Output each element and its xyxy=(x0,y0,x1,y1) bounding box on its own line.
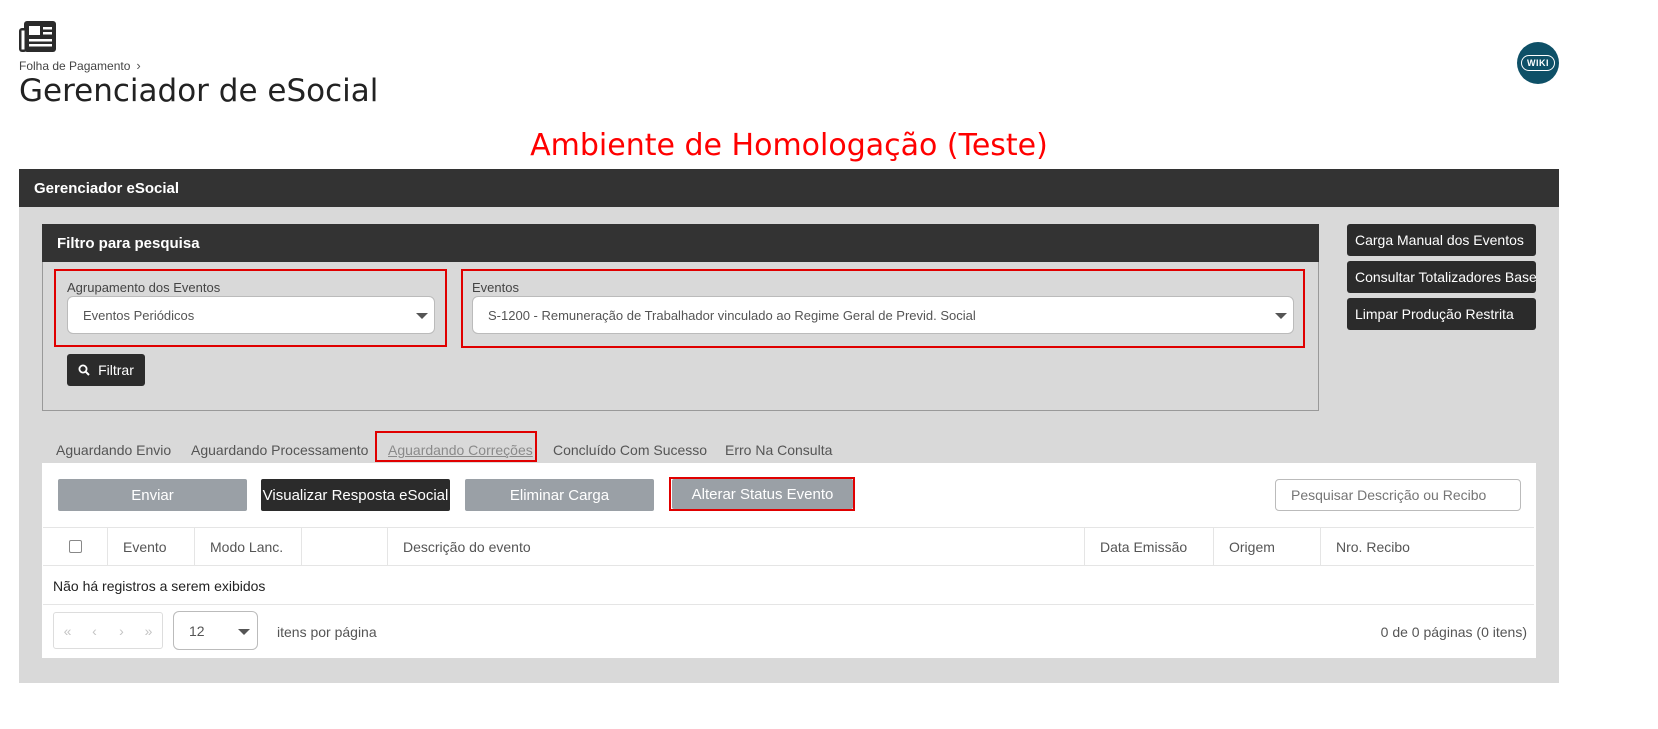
column-origem[interactable]: Origem xyxy=(1213,528,1320,565)
per-page-select[interactable]: 12 xyxy=(173,611,258,650)
column-evento[interactable]: Evento xyxy=(107,528,194,565)
query-totals-button[interactable]: Consultar Totalizadores Base xyxy=(1347,261,1536,293)
send-button[interactable]: Enviar xyxy=(58,479,247,511)
prev-page-icon[interactable]: ‹ xyxy=(81,613,108,648)
tab-aguardando-correcoes[interactable]: Aguardando Correções xyxy=(388,442,533,458)
clear-restricted-button[interactable]: Limpar Produção Restrita xyxy=(1347,298,1536,330)
column-modo-lanc[interactable]: Modo Lanc. xyxy=(194,528,301,565)
manual-load-button[interactable]: Carga Manual dos Eventos xyxy=(1347,224,1536,256)
view-response-button[interactable]: Visualizar Resposta eSocial xyxy=(261,479,450,511)
row-divider xyxy=(43,604,1534,605)
next-page-icon[interactable]: › xyxy=(108,613,135,648)
wiki-label: WIKI xyxy=(1521,55,1555,71)
per-page-value: 12 xyxy=(189,622,205,639)
wiki-button[interactable]: WIKI xyxy=(1517,42,1559,84)
select-all-cell xyxy=(43,528,107,565)
pager: « ‹ › » xyxy=(53,612,163,649)
select-all-checkbox[interactable] xyxy=(68,540,82,553)
grouping-select[interactable]: Eventos Periódicos xyxy=(67,296,435,334)
filter-button[interactable]: Filtrar xyxy=(67,354,145,386)
events-select[interactable]: S-1200 - Remuneração de Trabalhador vinc… xyxy=(472,296,1294,334)
events-label: Eventos xyxy=(472,280,519,295)
filter-button-label: Filtrar xyxy=(98,362,134,378)
breadcrumb: Folha de Pagamento › xyxy=(19,58,141,73)
newspaper-icon xyxy=(19,21,56,52)
events-select-value: S-1200 - Remuneração de Trabalhador vinc… xyxy=(488,307,976,323)
tab-aguardando-processamento[interactable]: Aguardando Processamento xyxy=(191,442,368,458)
panel-header: Gerenciador eSocial xyxy=(19,169,1559,207)
empty-message: Não há registros a serem exibidos xyxy=(53,578,266,594)
chevron-right-icon: › xyxy=(136,58,141,73)
breadcrumb-item-folha[interactable]: Folha de Pagamento xyxy=(19,59,130,73)
grouping-select-value: Eventos Periódicos xyxy=(83,307,195,323)
column-nro-recibo[interactable]: Nro. Recibo xyxy=(1320,528,1534,565)
column-descricao[interactable]: Descrição do evento xyxy=(387,528,1084,565)
column-data-emissao[interactable]: Data Emissão xyxy=(1084,528,1213,565)
first-page-icon[interactable]: « xyxy=(54,613,81,648)
grouping-label: Agrupamento dos Eventos xyxy=(67,280,221,295)
per-page-label: itens por página xyxy=(277,624,377,640)
caret-down-icon xyxy=(238,629,250,635)
caret-down-icon xyxy=(416,313,428,319)
last-page-icon[interactable]: » xyxy=(135,613,162,648)
delete-load-button[interactable]: Eliminar Carga xyxy=(465,479,654,511)
tab-concluido-com-sucesso[interactable]: Concluído Com Sucesso xyxy=(553,442,707,458)
search-input[interactable] xyxy=(1275,479,1521,511)
filter-header: Filtro para pesquisa xyxy=(42,224,1319,262)
environment-banner: Ambiente de Homologação (Teste) xyxy=(530,128,1048,163)
table-header: Evento Modo Lanc. Descrição do evento Da… xyxy=(43,527,1534,566)
caret-down-icon xyxy=(1275,313,1287,319)
page-title: Gerenciador de eSocial xyxy=(19,73,379,109)
tab-aguardando-envio[interactable]: Aguardando Envio xyxy=(56,442,171,458)
change-status-button[interactable]: Alterar Status Evento xyxy=(672,479,853,509)
page-info: 0 de 0 páginas (0 itens) xyxy=(1380,624,1527,640)
search-icon xyxy=(78,364,90,376)
column-blank xyxy=(301,528,387,565)
tab-erro-na-consulta[interactable]: Erro Na Consulta xyxy=(725,442,832,458)
